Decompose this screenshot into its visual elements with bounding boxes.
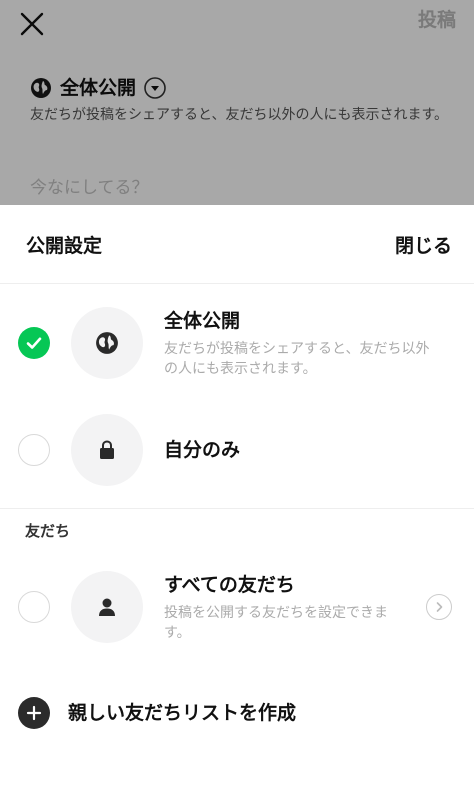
option-only-me[interactable]: 自分のみ	[0, 414, 474, 486]
option-title: すべての友だち	[164, 574, 295, 596]
sheet-header: 公開設定 閉じる	[0, 205, 474, 284]
option-description: 友だちが投稿をシェアすると、友だち以外の人にも表示されます。	[164, 341, 430, 377]
option-title: 全体公開	[164, 310, 241, 332]
option-all-friends[interactable]: すべての友だち 投稿を公開する友だちを設定できます。	[0, 571, 474, 643]
create-friends-list-button[interactable]: 親しい友だちリストを作成	[0, 695, 474, 731]
radio-selected[interactable]	[18, 327, 50, 359]
radio-unselected[interactable]	[18, 434, 50, 466]
person-icon	[99, 598, 115, 616]
option-icon-circle	[71, 414, 143, 486]
radio-unselected[interactable]	[18, 591, 50, 623]
option-title: 自分のみ	[164, 439, 241, 461]
section-label-friends: 友だち	[25, 522, 71, 540]
option-icon-circle	[71, 307, 143, 379]
globe-icon	[96, 332, 118, 354]
app-root: 投稿 全体公開 友だちが投稿をシェアすると、友だち以外の人にも表示されます。 今…	[0, 0, 474, 806]
section-divider	[0, 508, 474, 509]
sheet-title: 公開設定	[26, 235, 103, 257]
option-description: 投稿を公開する友だちを設定できます。	[164, 605, 388, 641]
option-icon-circle	[71, 571, 143, 643]
option-public[interactable]: 全体公開 友だちが投稿をシェアすると、友だち以外の人にも表示されます。	[0, 307, 474, 379]
create-list-label: 親しい友だちリストを作成	[68, 702, 297, 724]
privacy-settings-sheet: 公開設定 閉じる 全体公開 友だちが投稿をシェアすると、友だち以外の人にも表示さ…	[0, 205, 474, 806]
plus-icon	[18, 697, 50, 729]
sheet-close-button[interactable]: 閉じる	[395, 234, 452, 258]
chevron-right-icon	[436, 602, 443, 612]
lock-icon	[100, 440, 114, 459]
chevron-right-button[interactable]	[426, 594, 452, 620]
check-icon	[26, 337, 42, 349]
